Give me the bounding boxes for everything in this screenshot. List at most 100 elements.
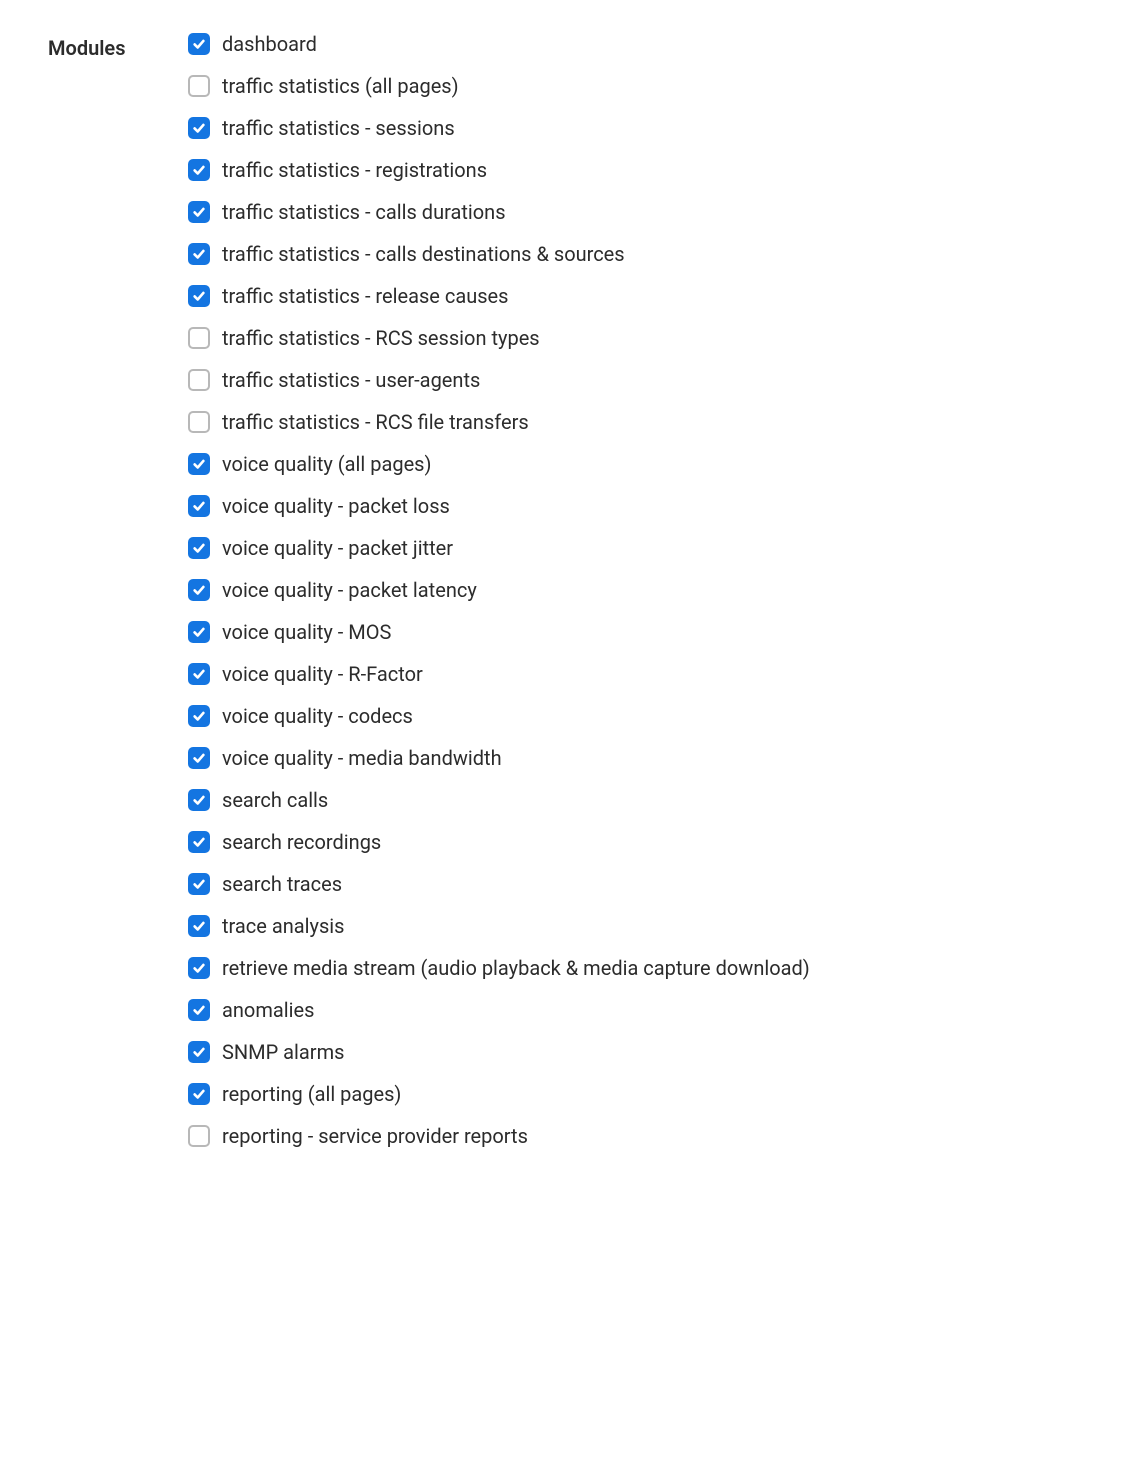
checkbox-label: traffic statistics - sessions xyxy=(222,116,455,140)
checkbox-item[interactable]: search calls xyxy=(188,788,1092,812)
checkbox-label: voice quality - packet latency xyxy=(222,578,477,602)
checkbox-item[interactable]: voice quality - packet loss xyxy=(188,494,1092,518)
checkbox-checked[interactable] xyxy=(188,831,210,853)
checkbox-label: anomalies xyxy=(222,998,314,1022)
checkbox-item[interactable]: traffic statistics - release causes xyxy=(188,284,1092,308)
checkbox-checked[interactable] xyxy=(188,789,210,811)
checkbox-label: reporting - service provider reports xyxy=(222,1124,528,1148)
checkbox-item[interactable]: voice quality - codecs xyxy=(188,704,1092,728)
check-icon xyxy=(192,583,206,597)
check-icon xyxy=(192,163,206,177)
checkbox-label: search traces xyxy=(222,872,342,896)
check-icon xyxy=(192,751,206,765)
checkbox-item[interactable]: traffic statistics - registrations xyxy=(188,158,1092,182)
checkbox-item[interactable]: search traces xyxy=(188,872,1092,896)
check-icon xyxy=(192,457,206,471)
checkbox-label: voice quality - packet jitter xyxy=(222,536,453,560)
check-icon xyxy=(192,835,206,849)
checkbox-item[interactable]: traffic statistics - RCS file transfers xyxy=(188,410,1092,434)
checkbox-label: traffic statistics - calls durations xyxy=(222,200,506,224)
checkbox-unchecked[interactable] xyxy=(188,75,210,97)
checkbox-label: traffic statistics - calls destinations … xyxy=(222,242,625,266)
check-icon xyxy=(192,625,206,639)
checkbox-label: search calls xyxy=(222,788,328,812)
checkbox-label: traffic statistics - RCS session types xyxy=(222,326,540,350)
checkbox-checked[interactable] xyxy=(188,705,210,727)
checkbox-checked[interactable] xyxy=(188,1041,210,1063)
checkbox-checked[interactable] xyxy=(188,117,210,139)
checkbox-checked[interactable] xyxy=(188,873,210,895)
checkbox-item[interactable]: traffic statistics (all pages) xyxy=(188,74,1092,98)
checkbox-item[interactable]: traffic statistics - RCS session types xyxy=(188,326,1092,350)
checkbox-label: voice quality - MOS xyxy=(222,620,391,644)
checkbox-item[interactable]: search recordings xyxy=(188,830,1092,854)
checkbox-checked[interactable] xyxy=(188,537,210,559)
checkbox-checked[interactable] xyxy=(188,159,210,181)
check-icon xyxy=(192,37,206,51)
checkbox-item[interactable]: anomalies xyxy=(188,998,1092,1022)
check-icon xyxy=(192,1003,206,1017)
checkbox-checked[interactable] xyxy=(188,1083,210,1105)
checkbox-checked[interactable] xyxy=(188,33,210,55)
check-icon xyxy=(192,877,206,891)
checkbox-label: voice quality - media bandwidth xyxy=(222,746,502,770)
checkbox-label: traffic statistics (all pages) xyxy=(222,74,459,98)
checkbox-item[interactable]: traffic statistics - user-agents xyxy=(188,368,1092,392)
checkbox-label: search recordings xyxy=(222,830,381,854)
check-icon xyxy=(192,541,206,555)
checkbox-label: retrieve media stream (audio playback & … xyxy=(222,956,810,980)
checkbox-label: reporting (all pages) xyxy=(222,1082,401,1106)
check-icon xyxy=(192,205,206,219)
checkbox-item[interactable]: retrieve media stream (audio playback & … xyxy=(188,956,1092,980)
checkbox-checked[interactable] xyxy=(188,495,210,517)
checkbox-item[interactable]: voice quality - packet jitter xyxy=(188,536,1092,560)
checkbox-checked[interactable] xyxy=(188,663,210,685)
check-icon xyxy=(192,1045,206,1059)
checkbox-checked[interactable] xyxy=(188,999,210,1021)
checkbox-item[interactable]: traffic statistics - calls durations xyxy=(188,200,1092,224)
checkbox-item[interactable]: voice quality - R-Factor xyxy=(188,662,1092,686)
checkbox-unchecked[interactable] xyxy=(188,411,210,433)
checkbox-checked[interactable] xyxy=(188,453,210,475)
checkbox-label: traffic statistics - registrations xyxy=(222,158,487,182)
checkbox-checked[interactable] xyxy=(188,201,210,223)
check-icon xyxy=(192,121,206,135)
checkbox-item[interactable]: trace analysis xyxy=(188,914,1092,938)
modules-section: Modules dashboard traffic statistics (all… xyxy=(48,32,1092,1148)
check-icon xyxy=(192,289,206,303)
checkbox-label: trace analysis xyxy=(222,914,344,938)
checkbox-label: voice quality (all pages) xyxy=(222,452,431,476)
checkbox-item[interactable]: traffic statistics - sessions xyxy=(188,116,1092,140)
checkbox-label: SNMP alarms xyxy=(222,1040,344,1064)
checkbox-unchecked[interactable] xyxy=(188,327,210,349)
checkbox-item[interactable]: SNMP alarms xyxy=(188,1040,1092,1064)
checkbox-checked[interactable] xyxy=(188,579,210,601)
check-icon xyxy=(192,961,206,975)
checkbox-item[interactable]: traffic statistics - calls destinations … xyxy=(188,242,1092,266)
checkbox-label: voice quality - codecs xyxy=(222,704,413,728)
checkbox-label: traffic statistics - RCS file transfers xyxy=(222,410,529,434)
section-label: Modules xyxy=(48,32,188,60)
checkbox-label: voice quality - R-Factor xyxy=(222,662,423,686)
checkbox-item[interactable]: voice quality - media bandwidth xyxy=(188,746,1092,770)
checkbox-item[interactable]: voice quality - packet latency xyxy=(188,578,1092,602)
checkbox-checked[interactable] xyxy=(188,621,210,643)
checkbox-item[interactable]: reporting (all pages) xyxy=(188,1082,1092,1106)
checkbox-list: dashboard traffic statistics (all pages) t… xyxy=(188,32,1092,1148)
check-icon xyxy=(192,247,206,261)
checkbox-item[interactable]: voice quality - MOS xyxy=(188,620,1092,644)
checkbox-item[interactable]: reporting - service provider reports xyxy=(188,1124,1092,1148)
check-icon xyxy=(192,667,206,681)
checkbox-label: traffic statistics - user-agents xyxy=(222,368,480,392)
checkbox-checked[interactable] xyxy=(188,915,210,937)
checkbox-label: traffic statistics - release causes xyxy=(222,284,508,308)
checkbox-unchecked[interactable] xyxy=(188,369,210,391)
checkbox-unchecked[interactable] xyxy=(188,1125,210,1147)
check-icon xyxy=(192,1087,206,1101)
checkbox-checked[interactable] xyxy=(188,285,210,307)
checkbox-checked[interactable] xyxy=(188,747,210,769)
checkbox-checked[interactable] xyxy=(188,243,210,265)
checkbox-item[interactable]: voice quality (all pages) xyxy=(188,452,1092,476)
checkbox-item[interactable]: dashboard xyxy=(188,32,1092,56)
checkbox-checked[interactable] xyxy=(188,957,210,979)
